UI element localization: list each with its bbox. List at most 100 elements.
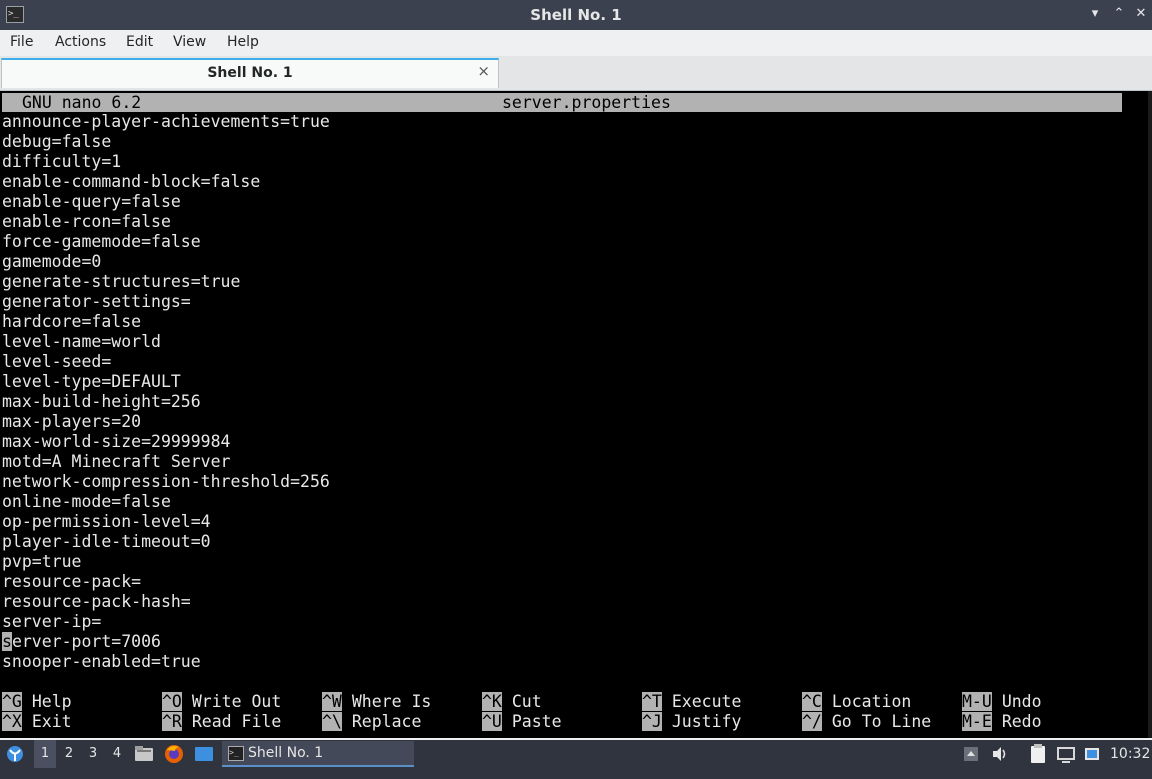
- shortcut-replace[interactable]: ^\ Replace: [322, 712, 421, 732]
- maximize-button[interactable]: ⌃: [1110, 5, 1128, 23]
- nano-version: GNU nano 6.2: [22, 93, 142, 112]
- file-line[interactable]: player-idle-timeout=0: [2, 532, 330, 552]
- file-line[interactable]: max-world-size=29999984: [2, 432, 330, 452]
- file-line[interactable]: generator-settings=: [2, 292, 330, 312]
- file-line[interactable]: snooper-enabled=true: [2, 652, 330, 672]
- firefox-icon[interactable]: [163, 740, 185, 768]
- network-icon[interactable]: [1055, 740, 1077, 768]
- shortcut-write-out[interactable]: ^O Write Out: [162, 692, 281, 712]
- tab-shell-1[interactable]: Shell No. 1 ×: [1, 58, 499, 88]
- shortcut-where-is[interactable]: ^W Where Is: [322, 692, 431, 712]
- file-line[interactable]: debug=false: [2, 132, 330, 152]
- file-content[interactable]: announce-player-achievements=true debug=f…: [2, 112, 330, 672]
- clock[interactable]: 10:32: [1110, 740, 1150, 768]
- shortcut-justify[interactable]: ^J Justify: [642, 712, 741, 732]
- menu-file[interactable]: File: [10, 34, 33, 50]
- tray-arrow-icon[interactable]: [962, 740, 980, 768]
- shortcut-cut[interactable]: ^K Cut: [482, 692, 542, 712]
- shortcut-redo[interactable]: M-E Redo: [962, 712, 1042, 732]
- start-menu-icon[interactable]: [4, 740, 28, 768]
- close-button[interactable]: ✕: [1132, 5, 1150, 23]
- minimize-button[interactable]: ▾: [1086, 5, 1104, 23]
- volume-icon[interactable]: [990, 740, 1010, 768]
- file-line[interactable]: hardcore=false: [2, 312, 330, 332]
- terminal-window: >_ Shell No. 1 ▾ ⌃ ✕ File Actions Edit V…: [0, 0, 1152, 740]
- file-line[interactable]: online-mode=false: [2, 492, 330, 512]
- nano-title-bar: GNU nano 6.2 server.properties: [2, 93, 1122, 112]
- taskbar: 1 2 3 4 >_ Shell No. 1 10:32: [0, 740, 1152, 768]
- file-line[interactable]: max-players=20: [2, 412, 330, 432]
- desktop-4[interactable]: 4: [106, 740, 128, 768]
- shortcut-key: ^T: [642, 692, 662, 711]
- file-line[interactable]: op-permission-level=4: [2, 512, 330, 532]
- shortcut-label: Read File: [191, 712, 282, 731]
- shortcut-location[interactable]: ^C Location: [802, 692, 911, 712]
- file-line[interactable]: resource-pack-hash=: [2, 592, 330, 612]
- file-line[interactable]: motd=A Minecraft Server: [2, 452, 330, 472]
- shortcut-label: Exit: [31, 712, 72, 731]
- file-line[interactable]: server-ip=: [2, 612, 330, 632]
- menu-actions[interactable]: Actions: [55, 34, 106, 50]
- file-line[interactable]: gamemode=0: [2, 252, 330, 272]
- file-line[interactable]: max-build-height=256: [2, 392, 330, 412]
- desktop-1[interactable]: 1: [34, 740, 56, 768]
- file-line[interactable]: force-gamemode=false: [2, 232, 330, 252]
- shortcut-label: Cut: [511, 692, 542, 711]
- shortcut-read-file[interactable]: ^R Read File: [162, 712, 281, 732]
- file-line[interactable]: network-compression-threshold=256: [2, 472, 330, 492]
- nano-shortcut-bar: ^G Help ^X Exit ^O Write Out ^R Read File ^W Wher…: [2, 692, 1142, 732]
- shortcut-execute[interactable]: ^T Execute: [642, 692, 741, 712]
- shortcut-key: ^C: [802, 692, 822, 711]
- shortcut-go-to-line[interactable]: ^/ Go To Line: [802, 712, 931, 732]
- file-line[interactable]: level-type=DEFAULT: [2, 372, 330, 392]
- shortcut-label: Write Out: [191, 692, 282, 711]
- text-cursor: s: [2, 632, 12, 651]
- clipboard-icon[interactable]: [1028, 740, 1048, 768]
- file-line[interactable]: enable-query=false: [2, 192, 330, 212]
- taskbar-task-shell[interactable]: >_ Shell No. 1: [222, 741, 414, 767]
- terminal-task-icon: >_: [228, 746, 244, 761]
- desktop-3[interactable]: 3: [82, 740, 104, 768]
- shortcut-key: ^O: [162, 692, 182, 711]
- desktop-2[interactable]: 2: [58, 740, 80, 768]
- file-manager-icon[interactable]: [134, 740, 156, 768]
- shortcut-label: Help: [31, 692, 72, 711]
- terminal-area[interactable]: GNU nano 6.2 server.properties announce-…: [0, 91, 1152, 738]
- shortcut-label: Location: [831, 692, 912, 711]
- shortcut-label: Where Is: [351, 692, 432, 711]
- tab-close-icon[interactable]: ×: [477, 62, 490, 80]
- file-line[interactable]: server-port=7006: [2, 632, 330, 652]
- file-line[interactable]: announce-player-achievements=true: [2, 112, 330, 132]
- shortcut-key: ^W: [322, 692, 342, 711]
- shortcut-exit[interactable]: ^X Exit: [2, 712, 72, 732]
- shortcut-key: M-U: [962, 692, 992, 711]
- file-line[interactable]: generate-structures=true: [2, 272, 330, 292]
- menu-view[interactable]: View: [173, 34, 206, 50]
- file-line[interactable]: enable-rcon=false: [2, 212, 330, 232]
- file-line[interactable]: resource-pack=: [2, 572, 330, 592]
- file-line[interactable]: level-seed=: [2, 352, 330, 372]
- shortcut-key: ^J: [642, 712, 662, 731]
- nano-filename: server.properties: [502, 93, 671, 112]
- file-line[interactable]: enable-command-block=false: [2, 172, 330, 192]
- shortcut-help[interactable]: ^G Help: [2, 692, 72, 712]
- bluetooth-icon[interactable]: [1083, 740, 1101, 768]
- tab-bar: Shell No. 1 ×: [0, 56, 1152, 91]
- shortcut-label: Undo: [1001, 692, 1042, 711]
- menu-edit[interactable]: Edit: [126, 34, 153, 50]
- shortcut-key: ^X: [2, 712, 22, 731]
- window-title: Shell No. 1: [530, 6, 622, 24]
- file-line[interactable]: pvp=true: [2, 552, 330, 572]
- show-desktop-icon[interactable]: [193, 740, 215, 768]
- file-line[interactable]: level-name=world: [2, 332, 330, 352]
- task-label: Shell No. 1: [248, 745, 324, 761]
- shortcut-paste[interactable]: ^U Paste: [482, 712, 562, 732]
- shortcut-label: Justify: [671, 712, 742, 731]
- shortcut-key: ^/: [802, 712, 822, 731]
- shortcut-label: Replace: [351, 712, 422, 731]
- menu-help[interactable]: Help: [227, 34, 259, 50]
- title-bar[interactable]: >_ Shell No. 1 ▾ ⌃ ✕: [0, 0, 1152, 30]
- file-line[interactable]: difficulty=1: [2, 152, 330, 172]
- shortcut-undo[interactable]: M-U Undo: [962, 692, 1042, 712]
- terminal-scrollbar[interactable]: [1148, 91, 1152, 738]
